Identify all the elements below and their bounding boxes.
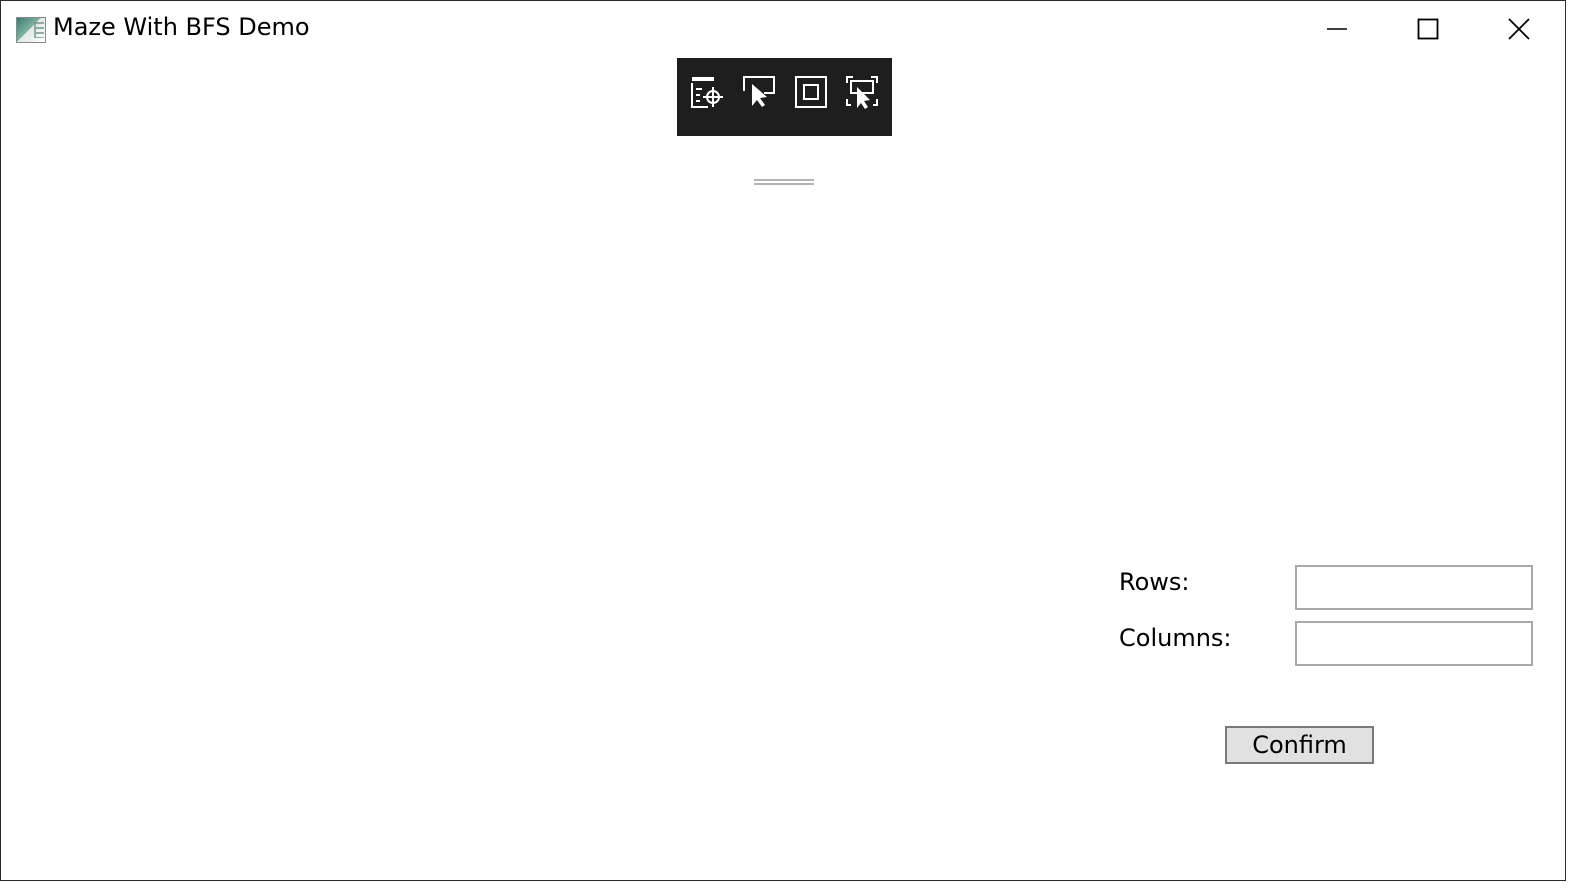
display-layout-adorners-button[interactable] (791, 72, 831, 112)
rows-label: Rows: (1119, 568, 1190, 596)
track-focused-element-icon (846, 76, 878, 109)
maximize-button[interactable] (1382, 1, 1474, 57)
title-bar[interactable]: Maze With BFS Demo (1, 1, 1565, 57)
minimize-icon (1327, 28, 1347, 30)
close-button[interactable] (1473, 1, 1565, 57)
select-element-icon (743, 76, 775, 107)
go-to-live-visual-tree-icon (691, 77, 723, 108)
xaml-debug-toolbar (677, 58, 892, 185)
display-layout-adorners-icon (795, 76, 827, 108)
track-focused-element-button[interactable] (842, 72, 882, 112)
columns-label: Columns: (1119, 624, 1232, 652)
select-element-button[interactable] (739, 72, 779, 112)
confirm-button[interactable]: Confirm (1225, 726, 1374, 764)
toolbar-drag-handle[interactable] (754, 179, 814, 185)
close-icon (1508, 18, 1530, 40)
app-window-icon (16, 17, 46, 43)
window-title: Maze With BFS Demo (53, 13, 310, 41)
rows-input[interactable] (1295, 565, 1533, 610)
app-window: Maze With BFS Demo Rows: Columns: Confir… (0, 0, 1566, 881)
maximize-icon (1417, 18, 1439, 40)
go-to-live-visual-tree-button[interactable] (687, 72, 727, 112)
minimize-button[interactable] (1291, 1, 1383, 57)
columns-input[interactable] (1295, 621, 1533, 666)
